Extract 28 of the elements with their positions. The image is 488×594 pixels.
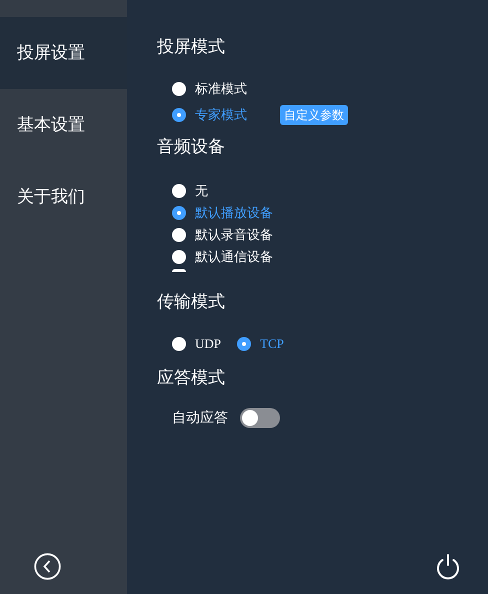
option-label[interactable]: 默认播放设备: [195, 203, 273, 223]
radio-button[interactable]: [172, 269, 186, 272]
sidebar-item[interactable]: 投屏设置: [0, 17, 127, 89]
power-icon[interactable]: [434, 553, 462, 581]
radio-button[interactable]: [172, 82, 186, 96]
radio-button[interactable]: [172, 184, 186, 198]
option-label[interactable]: 默认录音设备: [195, 225, 273, 245]
option-label[interactable]: TCP: [260, 334, 284, 354]
back-icon[interactable]: [34, 553, 61, 580]
toggle-label: 自动应答: [172, 408, 228, 427]
section-heading: 投屏模式: [157, 36, 226, 58]
section-heading: 传输模式: [157, 291, 226, 313]
radio-button[interactable]: [172, 250, 186, 264]
radio-button[interactable]: [172, 228, 186, 242]
sidebar-item[interactable]: 关于我们: [0, 161, 127, 233]
option-label[interactable]: 无: [195, 181, 208, 201]
option-label[interactable]: 默认通信设备: [195, 247, 273, 267]
option-label[interactable]: 标准模式: [195, 79, 247, 99]
section-heading: 音频设备: [157, 136, 226, 158]
radio-button[interactable]: [172, 206, 186, 220]
section-heading: 应答模式: [157, 367, 226, 389]
option-label[interactable]: UDP: [195, 334, 222, 354]
radio-button[interactable]: [172, 108, 186, 122]
sidebar-item[interactable]: 基本设置: [0, 89, 127, 161]
radio-button[interactable]: [172, 337, 186, 351]
radio-button[interactable]: [237, 337, 252, 351]
toggle-switch[interactable]: [240, 408, 280, 428]
option-label[interactable]: 专家模式: [195, 105, 247, 125]
